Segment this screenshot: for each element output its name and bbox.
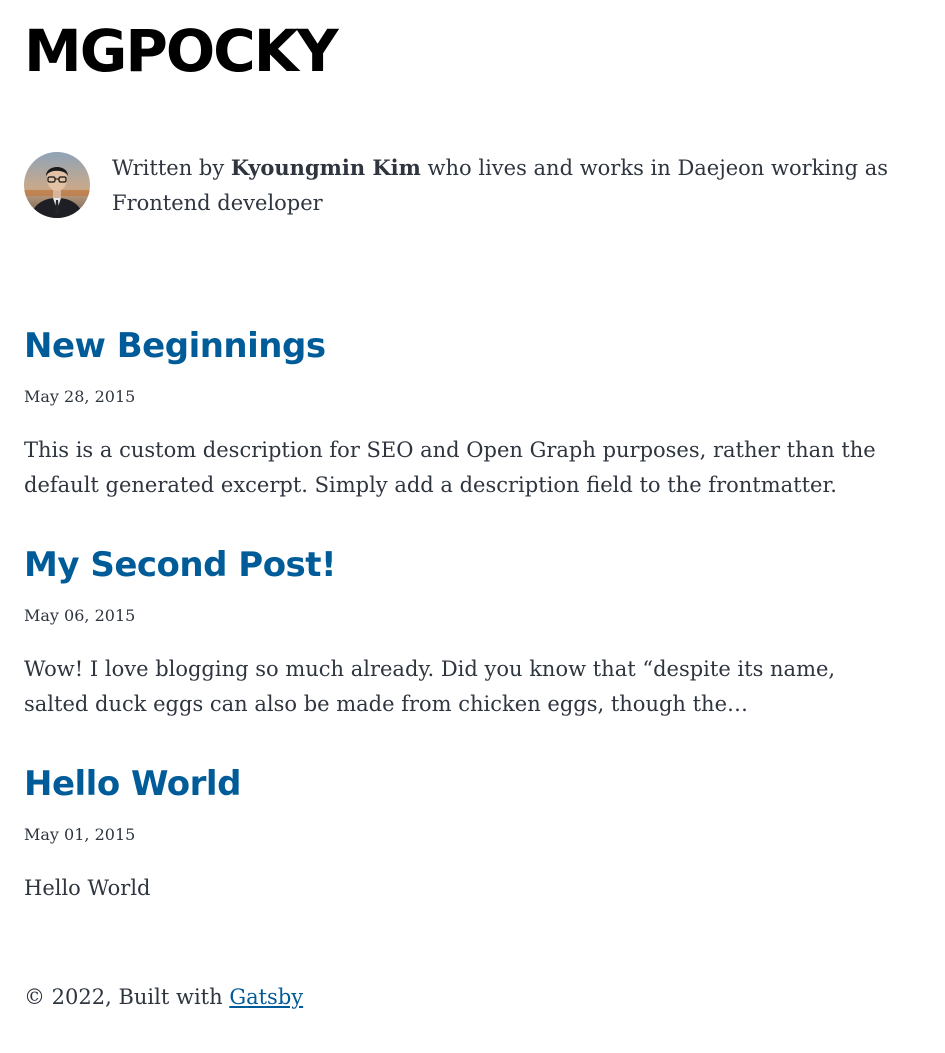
author-bio: Written by Kyoungmin Kim who lives and w… xyxy=(24,150,894,221)
post-title-link[interactable]: Hello World xyxy=(24,762,241,806)
post-description: Wow! I love blogging so much already. Di… xyxy=(24,657,836,716)
avatar-image xyxy=(24,152,90,218)
post-title-link[interactable]: New Beginnings xyxy=(24,324,326,368)
post-item: Hello World May 01, 2015 Hello World xyxy=(24,762,904,900)
author-avatar xyxy=(24,152,90,218)
post-date: May 01, 2015 xyxy=(24,825,136,844)
post-item: My Second Post! May 06, 2015 Wow! I love… xyxy=(24,543,904,716)
bio-prefix: Written by xyxy=(112,156,231,180)
post-description: Hello World xyxy=(24,876,151,900)
site-title-link[interactable]: MGPOCKY xyxy=(24,16,339,86)
author-name: Kyoungmin Kim xyxy=(230,155,421,180)
footer-text: © 2022, Built with xyxy=(24,985,230,1009)
post-date: May 06, 2015 xyxy=(24,606,136,625)
post-title-link[interactable]: My Second Post! xyxy=(24,543,337,587)
gatsby-link[interactable]: Gatsby xyxy=(229,985,303,1009)
post-date: May 28, 2015 xyxy=(24,387,136,406)
post-description: This is a custom description for SEO and… xyxy=(24,438,876,497)
bio-text: Written by Kyoungmin Kim who lives and w… xyxy=(112,150,894,221)
site-footer: © 2022, Built with Gatsby xyxy=(24,980,303,1015)
post-item: New Beginnings May 28, 2015 This is a cu… xyxy=(24,324,904,497)
